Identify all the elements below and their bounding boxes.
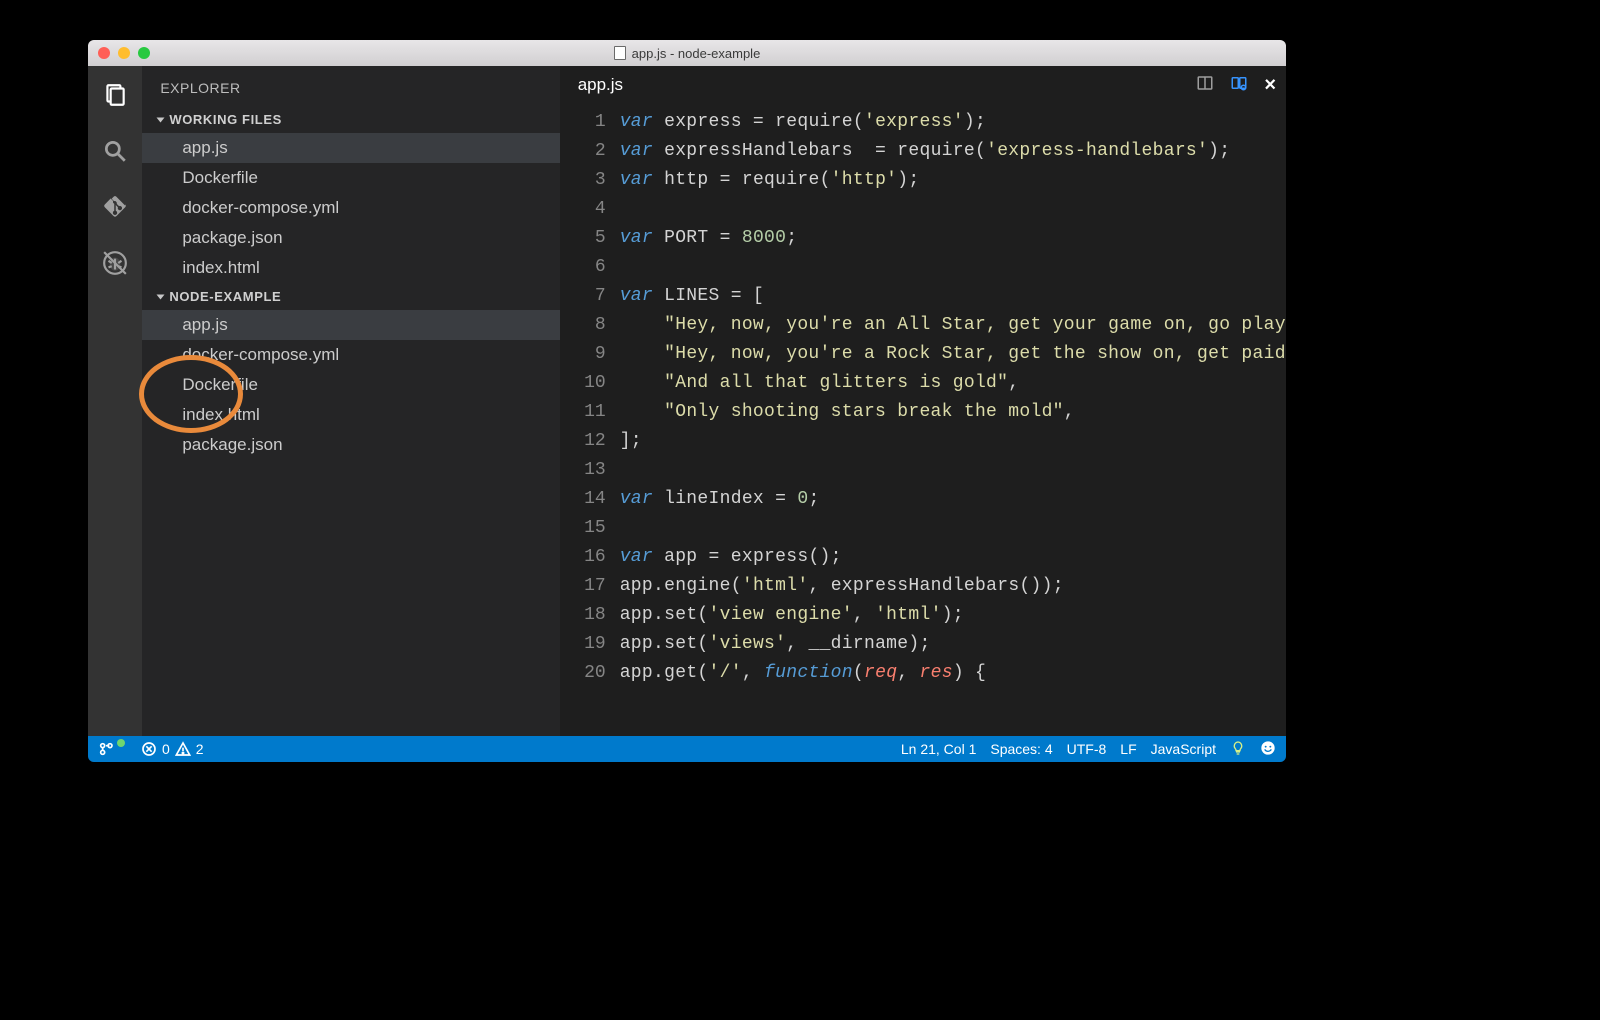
file-item[interactable]: package.json [142,223,559,253]
problems-status[interactable]: 0 2 [141,741,204,757]
working-files-list: app.jsDockerfiledocker-compose.ymlpackag… [142,133,559,283]
status-bar: 0 2 Ln 21, Col 1 Spaces: 4 UTF-8 LF Java… [88,736,1286,762]
sidebar-title: EXPLORER [142,66,559,106]
editor-tabbar: app.js × [560,66,1286,104]
encoding-status[interactable]: UTF-8 [1067,741,1107,757]
chevron-down-icon [157,117,165,122]
search-activity-icon[interactable] [100,136,130,166]
file-item[interactable]: docker-compose.yml [142,193,559,223]
file-item[interactable]: app.js [142,133,559,163]
document-icon [614,46,626,60]
file-item[interactable]: Dockerfile [142,163,559,193]
lightbulb-icon[interactable] [1230,740,1246,759]
line-number-gutter: 1234567891011121314151617181920 [560,104,620,736]
git-activity-icon[interactable] [100,192,130,222]
chevron-down-icon [157,294,165,299]
code-editor[interactable]: 1234567891011121314151617181920 var expr… [560,104,1286,736]
project-files-list: app.jsdocker-compose.ymlDockerfileindex.… [142,310,559,460]
file-item[interactable]: Dockerfile [142,370,559,400]
open-tab[interactable]: app.js [578,75,623,95]
editor: app.js × [560,66,1286,736]
explorer-sidebar: EXPLORER WORKING FILES app.jsDockerfiled… [142,66,559,736]
git-status[interactable] [98,741,127,757]
cursor-position[interactable]: Ln 21, Col 1 [901,741,977,757]
section-working-files[interactable]: WORKING FILES [142,106,559,133]
file-item[interactable]: app.js [142,310,559,340]
activity-bar [88,66,142,736]
indent-status[interactable]: Spaces: 4 [990,741,1052,757]
section-label: WORKING FILES [169,112,282,127]
titlebar: app.js - node-example [88,40,1286,66]
vscode-window: app.js - node-example [88,40,1286,762]
close-editor-icon[interactable]: × [1264,74,1276,97]
eol-status[interactable]: LF [1120,741,1136,757]
code-content[interactable]: var express = require('express');var exp… [620,104,1286,736]
git-changes-dot-icon [117,739,125,747]
warning-count: 2 [196,741,204,757]
split-editor-icon[interactable] [1196,74,1214,97]
feedback-smile-icon[interactable] [1260,740,1276,759]
file-item[interactable]: index.html [142,253,559,283]
file-item[interactable]: index.html [142,400,559,430]
explorer-activity-icon[interactable] [100,80,130,110]
section-project[interactable]: NODE-EXAMPLE [142,283,559,310]
section-label: NODE-EXAMPLE [169,289,281,304]
compare-changes-icon[interactable] [1230,74,1248,97]
debug-activity-icon[interactable] [100,248,130,278]
file-item[interactable]: package.json [142,430,559,460]
error-count: 0 [162,741,170,757]
language-mode[interactable]: JavaScript [1151,741,1216,757]
file-item[interactable]: docker-compose.yml [142,340,559,370]
window-title-text: app.js - node-example [632,46,761,61]
window-title: app.js - node-example [88,46,1286,61]
